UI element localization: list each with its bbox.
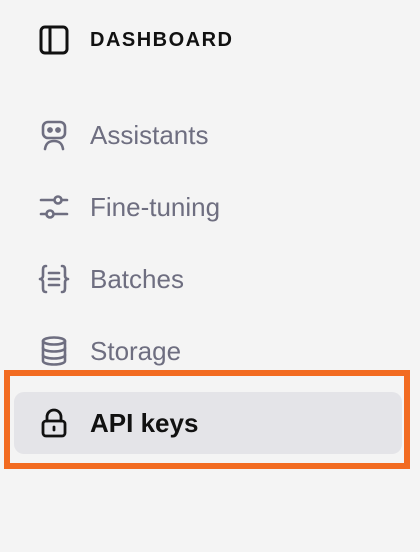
nav-item-label: Assistants <box>90 119 209 150</box>
nav-item-label: Fine-tuning <box>90 191 221 222</box>
robot-icon <box>38 119 70 151</box>
braces-list-icon <box>38 263 70 295</box>
nav-item-api-keys[interactable]: API keys <box>14 392 402 454</box>
nav-item-fine-tuning[interactable]: Fine-tuning <box>14 176 402 238</box>
header-title: DASHBOARD <box>90 28 234 51</box>
nav-item-label: API keys <box>90 407 199 438</box>
nav-item-label: Batches <box>90 263 184 294</box>
sliders-icon <box>38 191 70 223</box>
nav-item-storage[interactable]: Storage <box>14 320 402 382</box>
sidebar-panel-icon[interactable] <box>38 24 70 56</box>
nav-item-assistants[interactable]: Assistants <box>14 104 402 166</box>
database-icon <box>38 335 70 367</box>
lock-icon <box>38 407 70 439</box>
sidebar-header: DASHBOARD <box>38 24 234 56</box>
nav-item-batches[interactable]: Batches <box>14 248 402 310</box>
nav-item-label: Storage <box>90 335 182 366</box>
